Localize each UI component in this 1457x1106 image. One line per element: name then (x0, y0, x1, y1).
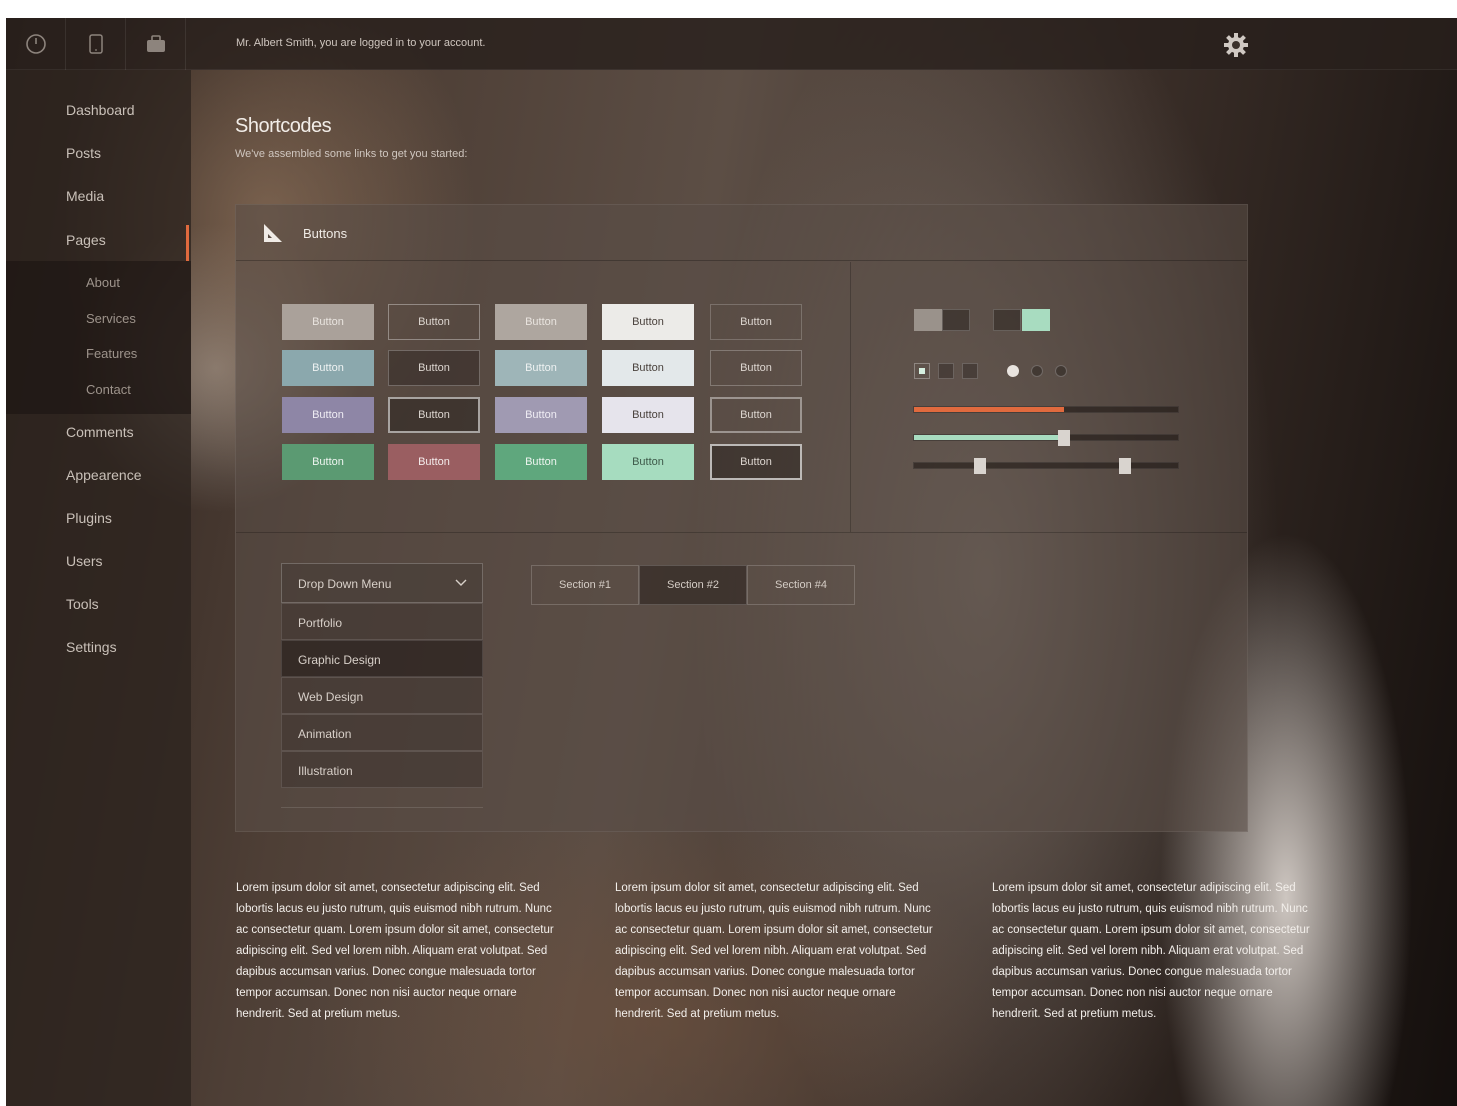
button[interactable]: Button (495, 397, 587, 433)
power-icon[interactable] (6, 18, 66, 70)
tablet-icon[interactable] (66, 18, 126, 70)
top-bar: Mr. Albert Smith, you are logged in to y… (6, 18, 1457, 70)
page-subtitle: We've assembled some links to get you st… (235, 148, 468, 160)
chevron-down-icon (454, 576, 468, 590)
dropdown-menu[interactable]: Drop Down Menu (281, 563, 483, 603)
toggle-knob (1022, 309, 1050, 331)
button[interactable]: Button (602, 350, 694, 386)
app-window: Mr. Albert Smith, you are logged in to y… (6, 18, 1457, 1106)
sidebar-item-appearence[interactable]: Appearence (66, 467, 142, 483)
button[interactable]: Button (710, 397, 802, 433)
button[interactable]: Button (495, 304, 587, 340)
sidebar-subitem-features[interactable]: Features (86, 346, 137, 361)
checkbox[interactable] (938, 363, 954, 379)
login-message: Mr. Albert Smith, you are logged in to y… (236, 37, 486, 49)
vertical-divider (850, 262, 851, 532)
button[interactable]: Button (495, 350, 587, 386)
button[interactable]: Button (282, 304, 374, 340)
button[interactable]: Button (710, 304, 802, 340)
radio[interactable] (1055, 365, 1067, 377)
button[interactable]: Button (602, 444, 694, 480)
dropdown-option-graphic-design[interactable]: Graphic Design (281, 640, 483, 677)
sidebar-item-media[interactable]: Media (66, 188, 104, 204)
sidebar-item-plugins[interactable]: Plugins (66, 510, 112, 526)
radio[interactable] (1031, 365, 1043, 377)
dropdown-label: Drop Down Menu (298, 577, 392, 591)
briefcase-icon[interactable] (126, 18, 186, 70)
range-slider[interactable] (913, 458, 1179, 474)
sidebar: Dashboard Posts Media Pages About Servic… (6, 70, 191, 1106)
sidebar-subitem-contact[interactable]: Contact (86, 382, 131, 397)
button[interactable]: Button (282, 397, 374, 433)
checkbox-checked[interactable] (914, 363, 930, 379)
button[interactable]: Button (710, 350, 802, 386)
panel-header: Buttons (236, 205, 1247, 261)
toggle-track (942, 309, 970, 331)
button[interactable]: Button (282, 444, 374, 480)
horizontal-divider (236, 532, 1247, 533)
button[interactable]: Button (388, 397, 480, 433)
text-column-1: Lorem ipsum dolor sit amet, consectetur … (236, 882, 554, 1020)
page-title: Shortcodes (235, 115, 332, 137)
button[interactable]: Button (602, 304, 694, 340)
dropdown-option-illustration[interactable]: Illustration (281, 751, 483, 788)
dropdown-option-animation[interactable]: Animation (281, 714, 483, 751)
button[interactable]: Button (602, 397, 694, 433)
button[interactable]: Button (710, 444, 802, 480)
sidebar-item-dashboard[interactable]: Dashboard (66, 102, 135, 118)
slider-thumb[interactable] (1058, 430, 1071, 446)
panel-title: Buttons (303, 226, 348, 241)
range-thumb-max[interactable] (1119, 458, 1132, 474)
button[interactable]: Button (388, 444, 480, 480)
shortcodes-panel: Buttons Button Button Button Button Butt… (235, 204, 1248, 832)
text-column-3: Lorem ipsum dolor sit amet, consectetur … (992, 882, 1310, 1020)
text-column-2: Lorem ipsum dolor sit amet, consectetur … (615, 882, 933, 1020)
tab-section-2[interactable]: Section #2 (639, 565, 747, 605)
button[interactable]: Button (388, 304, 480, 340)
dropdown-option-web-design[interactable]: Web Design (281, 677, 483, 714)
ruler-icon (261, 221, 285, 245)
radio-selected[interactable] (1007, 365, 1019, 377)
slider-fill (914, 407, 1065, 412)
progress-slider-orange[interactable] (913, 406, 1179, 413)
active-indicator (186, 225, 189, 261)
check-mark (919, 368, 925, 374)
range-thumb-min[interactable] (974, 458, 986, 474)
tab-section-1[interactable]: Section #1 (531, 565, 639, 605)
slider-fill (914, 435, 1065, 440)
slider-mint[interactable] (913, 430, 1179, 446)
sidebar-item-posts[interactable]: Posts (66, 145, 101, 161)
sidebar-subitem-about[interactable]: About (86, 275, 120, 290)
gear-icon[interactable] (1222, 31, 1250, 59)
dropdown-footer (281, 807, 483, 811)
button[interactable]: Button (282, 350, 374, 386)
toggle-track (993, 309, 1021, 331)
sidebar-item-tools[interactable]: Tools (66, 596, 99, 612)
checkbox[interactable] (962, 363, 978, 379)
button[interactable]: Button (495, 444, 587, 480)
toggle-knob (914, 309, 942, 331)
sidebar-item-pages[interactable]: Pages (66, 232, 106, 248)
sidebar-item-users[interactable]: Users (66, 553, 103, 569)
sidebar-subitem-services[interactable]: Services (86, 311, 136, 326)
tab-section-4[interactable]: Section #4 (747, 565, 855, 605)
sidebar-item-comments[interactable]: Comments (66, 424, 134, 440)
sidebar-item-settings[interactable]: Settings (66, 639, 117, 655)
dropdown-option-portfolio[interactable]: Portfolio (281, 603, 483, 640)
button[interactable]: Button (388, 350, 480, 386)
